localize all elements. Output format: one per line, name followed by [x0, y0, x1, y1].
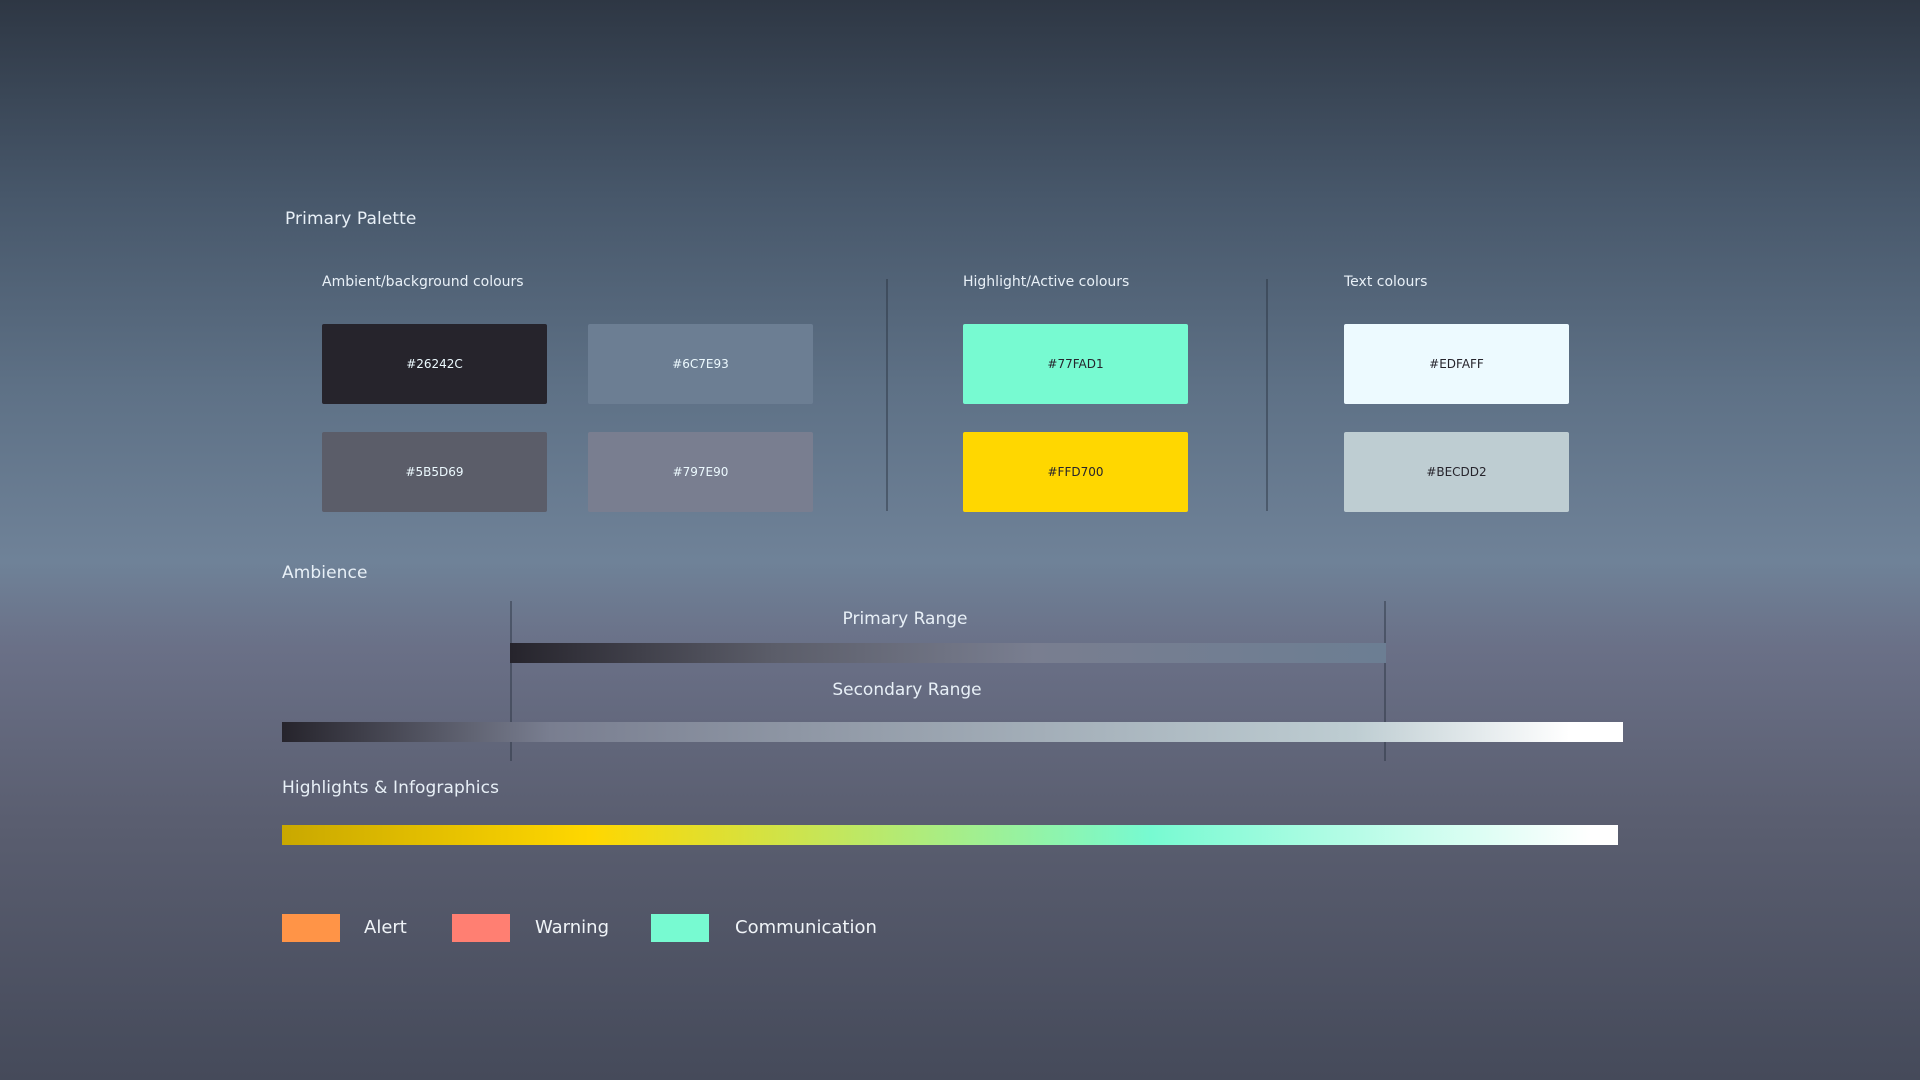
swatch-label: #26242C — [406, 357, 463, 371]
swatch-label: #5B5D69 — [405, 465, 464, 479]
swatch-label: #797E90 — [672, 465, 729, 479]
highlights-title: Highlights & Infographics — [282, 778, 500, 798]
swatch-label: #FFD700 — [1047, 465, 1104, 479]
primary-range-label: Primary Range — [842, 609, 968, 629]
swatch-label: #EDFAFF — [1429, 357, 1484, 371]
warning-label: Warning — [535, 917, 610, 938]
swatch-26242c: #26242C — [322, 324, 547, 404]
warning-swatch — [452, 914, 510, 942]
swatch-becdd2: #BECDD2 — [1344, 432, 1569, 512]
communication-swatch — [651, 914, 709, 942]
secondary-range-bar — [282, 722, 1623, 742]
ambient-colours-title: Ambient/background colours — [322, 274, 524, 290]
swatch-label: #6C7E93 — [672, 357, 729, 371]
primary-palette-title: Primary Palette — [285, 209, 417, 229]
swatch-label: #BECDD2 — [1426, 465, 1487, 479]
swatch-5b5d69: #5B5D69 — [322, 432, 547, 512]
highlights-gradient-bar — [282, 825, 1618, 845]
palette-divider-1 — [886, 279, 888, 511]
palette-divider-2 — [1266, 279, 1268, 511]
secondary-range-label: Secondary Range — [832, 680, 982, 700]
swatch-ffd700: #FFD700 — [963, 432, 1188, 512]
swatch-6c7e93: #6C7E93 — [588, 324, 813, 404]
communication-label: Communication — [735, 917, 877, 938]
swatch-77fad1: #77FAD1 — [963, 324, 1188, 404]
swatch-edfaff: #EDFAFF — [1344, 324, 1569, 404]
text-colours-title: Text colours — [1344, 274, 1428, 290]
ambience-title: Ambience — [282, 563, 368, 583]
swatch-label: #77FAD1 — [1047, 357, 1104, 371]
highlight-colours-title: Highlight/Active colours — [963, 274, 1130, 290]
swatch-797e90: #797E90 — [588, 432, 813, 512]
primary-range-bar — [510, 643, 1386, 663]
alert-label: Alert — [364, 917, 407, 938]
alert-swatch — [282, 914, 340, 942]
